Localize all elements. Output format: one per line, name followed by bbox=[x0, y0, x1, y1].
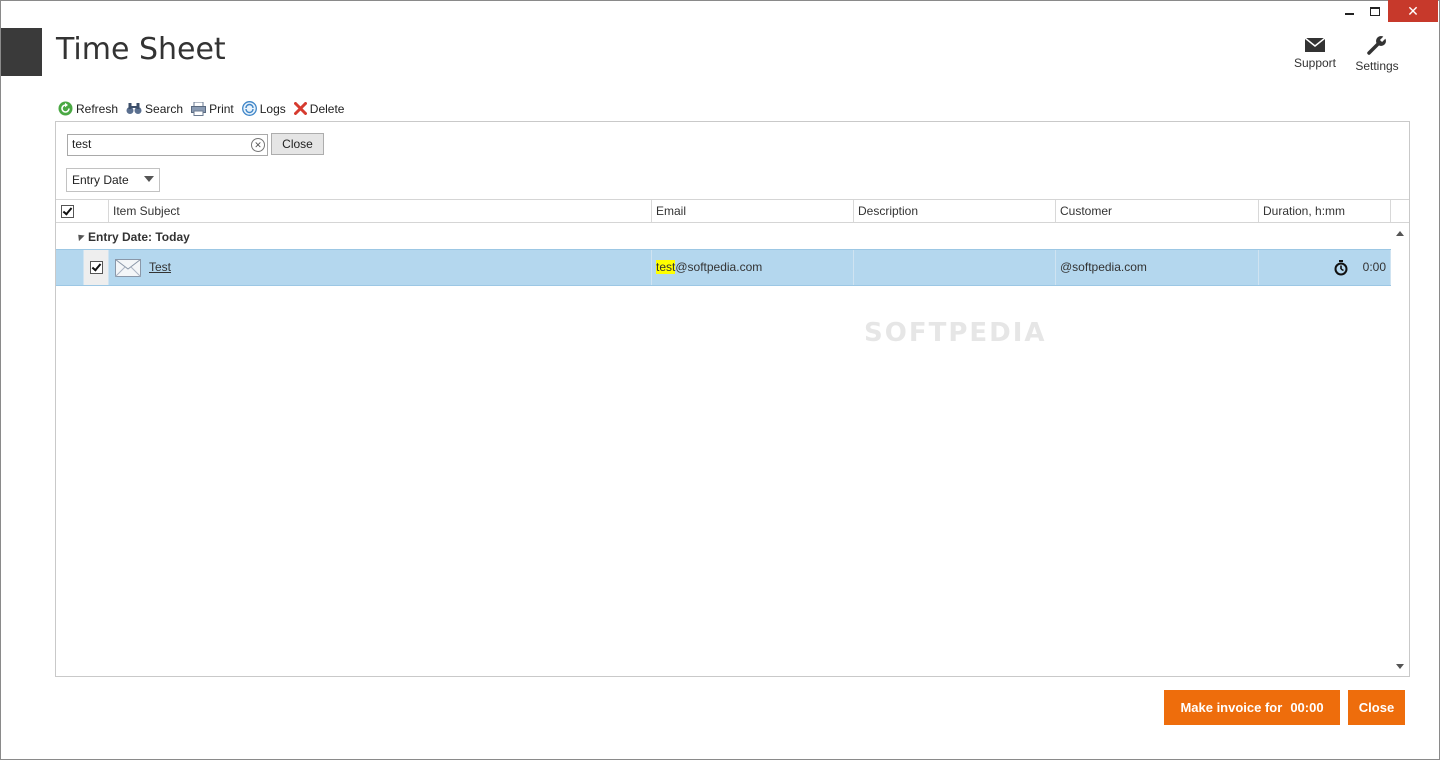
support-label: Support bbox=[1293, 56, 1337, 70]
print-label: Print bbox=[209, 101, 234, 116]
description-cell bbox=[854, 250, 1056, 285]
table-row[interactable]: Test test@softpedia.com @softpedia.com 0… bbox=[56, 249, 1391, 286]
settings-button[interactable]: Settings bbox=[1353, 35, 1401, 73]
logs-icon bbox=[241, 101, 257, 116]
duration-cell: 0:00 bbox=[1259, 250, 1391, 285]
header-spacer bbox=[89, 200, 109, 222]
customer-cell: @softpedia.com bbox=[1056, 250, 1259, 285]
group-by-selected: Entry Date bbox=[72, 173, 129, 187]
select-all-checkbox[interactable] bbox=[61, 205, 74, 219]
make-invoice-button[interactable]: Make invoice for 00:00 bbox=[1164, 690, 1340, 725]
chevron-down-icon bbox=[144, 176, 154, 182]
delete-icon bbox=[293, 102, 307, 115]
app-logo-block bbox=[1, 28, 42, 76]
column-header-item-subject[interactable]: Item Subject bbox=[109, 200, 652, 222]
row-checkbox[interactable] bbox=[89, 261, 103, 275]
logs-button[interactable]: Logs bbox=[241, 101, 286, 116]
invoice-amount: 00:00 bbox=[1290, 700, 1324, 715]
refresh-button[interactable]: Refresh bbox=[58, 101, 118, 116]
collapse-icon[interactable] bbox=[75, 231, 85, 242]
timesheet-panel: ✕ Close Entry Date Item Subject Email De… bbox=[55, 121, 1410, 677]
minimize-icon bbox=[1344, 13, 1354, 15]
search-input[interactable] bbox=[68, 135, 242, 153]
group-by-dropdown[interactable]: Entry Date bbox=[66, 168, 160, 192]
search-highlight: test bbox=[656, 260, 676, 274]
delete-button[interactable]: Delete bbox=[293, 101, 345, 116]
close-icon: ✕ bbox=[1407, 3, 1419, 19]
search-button[interactable]: Search bbox=[126, 102, 183, 116]
mail-icon bbox=[115, 259, 141, 277]
duration-value: 0:00 bbox=[1362, 260, 1386, 274]
wrench-icon bbox=[1367, 35, 1388, 55]
search-field-container: ✕ bbox=[67, 134, 268, 156]
email-cell: test@softpedia.com bbox=[652, 250, 854, 285]
email-rest: @softpedia.com bbox=[675, 260, 763, 274]
stopwatch-icon[interactable] bbox=[1334, 260, 1348, 276]
subject-cell: Test bbox=[109, 250, 652, 285]
column-header-description[interactable]: Description bbox=[854, 200, 1056, 222]
page-title: Time Sheet bbox=[56, 32, 226, 67]
invoice-label: Make invoice for bbox=[1180, 700, 1283, 715]
close-search-button[interactable]: Close bbox=[271, 133, 324, 155]
grid-header: Item Subject Email Description Customer … bbox=[56, 199, 1409, 223]
refresh-icon bbox=[58, 101, 73, 116]
group-row[interactable]: Entry Date: Today bbox=[56, 223, 1391, 249]
search-label: Search bbox=[145, 101, 184, 116]
envelope-icon bbox=[1305, 38, 1325, 52]
column-header-customer[interactable]: Customer bbox=[1056, 200, 1259, 222]
group-label: Entry Date: Today bbox=[88, 230, 190, 244]
subject-link[interactable]: Test bbox=[149, 260, 171, 274]
binoculars-icon bbox=[126, 103, 142, 114]
row-indent bbox=[56, 250, 84, 285]
printer-icon bbox=[191, 101, 207, 116]
print-button[interactable]: Print bbox=[191, 101, 234, 116]
column-header-email[interactable]: Email bbox=[652, 200, 854, 222]
scroll-down-icon[interactable] bbox=[1396, 664, 1404, 669]
watermark: SOFTPEDIA bbox=[864, 318, 1047, 348]
close-window-button[interactable]: ✕ bbox=[1388, 0, 1438, 22]
delete-label: Delete bbox=[309, 101, 345, 116]
support-button[interactable]: Support bbox=[1290, 38, 1340, 70]
scroll-up-icon[interactable] bbox=[1396, 231, 1404, 236]
toolbar: Refresh Search Print Logs Delete bbox=[58, 100, 344, 117]
row-check-cell bbox=[84, 250, 109, 285]
clear-icon[interactable]: ✕ bbox=[251, 138, 265, 152]
maximize-icon bbox=[1370, 6, 1380, 16]
logs-label: Logs bbox=[259, 101, 286, 116]
vertical-scrollbar[interactable] bbox=[1392, 223, 1409, 675]
close-button[interactable]: Close bbox=[1348, 690, 1405, 725]
header-scroll-spacer bbox=[1391, 200, 1409, 222]
column-header-duration[interactable]: Duration, h:mm bbox=[1259, 200, 1391, 222]
minimize-button[interactable] bbox=[1336, 0, 1362, 22]
settings-label: Settings bbox=[1355, 59, 1399, 73]
refresh-label: Refresh bbox=[76, 101, 119, 116]
maximize-button[interactable] bbox=[1362, 0, 1388, 22]
